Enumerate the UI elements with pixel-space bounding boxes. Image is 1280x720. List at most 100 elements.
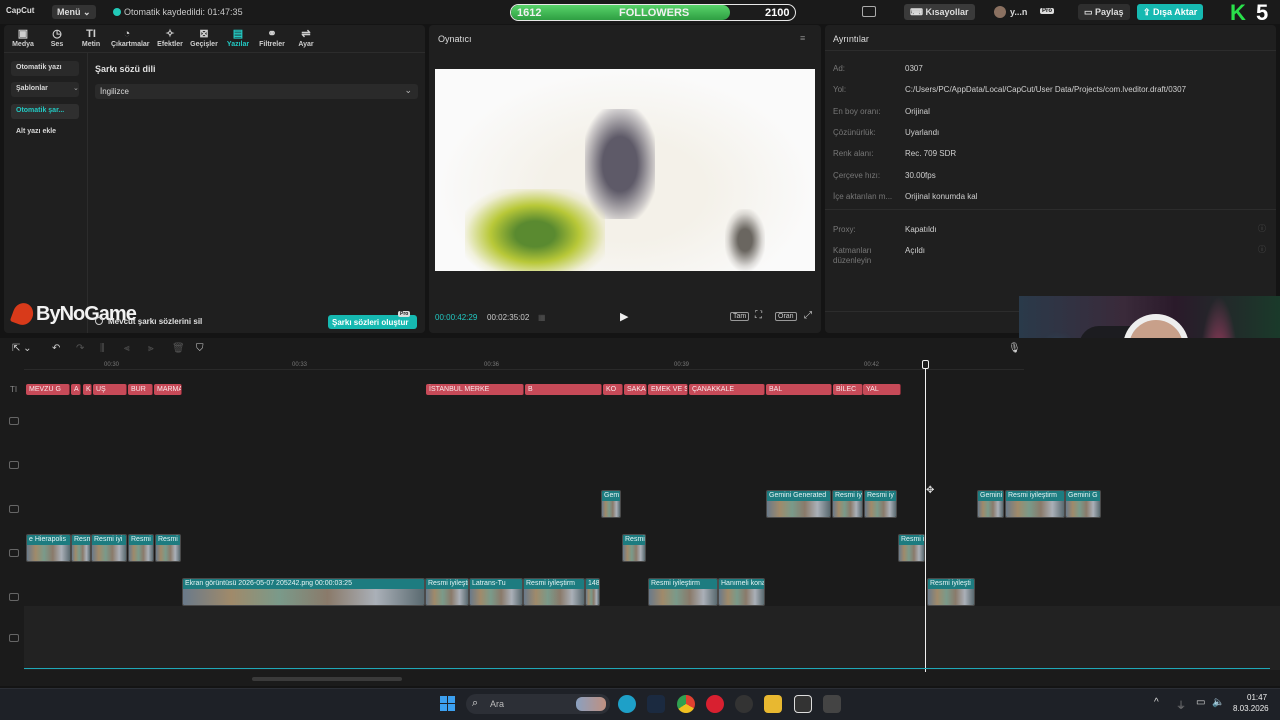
shield-icon[interactable]: ⛉	[196, 343, 204, 354]
chrome-icon[interactable]	[677, 695, 695, 713]
undo-icon[interactable]: ↶	[52, 343, 60, 354]
taskbar-search[interactable]: ⌕ Ara	[466, 694, 610, 714]
video-clip[interactable]: Resmi iyileştirm	[523, 578, 585, 606]
checkbox[interactable]	[95, 317, 103, 325]
ratio-button[interactable]: Oran	[775, 312, 797, 321]
text-clip[interactable]: BİLEC	[833, 384, 863, 395]
toolbar-filters-tab[interactable]: ⚭ Filtreler	[256, 28, 288, 48]
toolbar-text-tab[interactable]: TI Metin	[75, 28, 107, 48]
user-name[interactable]: y...n	[1010, 7, 1027, 17]
sidebar-item[interactable]: Şablonlar	[11, 82, 79, 97]
video-clip[interactable]: Resmi iy	[832, 490, 863, 518]
sidebar-item[interactable]: Otomatik yazı	[11, 61, 79, 76]
toolbar-sticker-tab[interactable]: ◔ Çıkartmalar	[111, 28, 150, 48]
video-clip[interactable]: 148	[585, 578, 600, 606]
video-clip[interactable]: Resmi iyi	[91, 534, 127, 562]
text-clip[interactable]: YAL	[863, 384, 901, 395]
avatar[interactable]	[994, 6, 1006, 18]
edge-icon[interactable]	[618, 695, 636, 713]
text-clip[interactable]: KÜTA	[83, 384, 92, 395]
full-quality-button[interactable]: Tam	[730, 312, 750, 321]
followers-current: 1612	[517, 7, 542, 19]
split-left-icon[interactable]: ⫷	[124, 343, 130, 354]
toolbar-transitions-tab[interactable]: ⊠ Geçişler	[188, 28, 220, 48]
video-clip[interactable]: Resmi	[155, 534, 181, 562]
video-clip[interactable]: Ekran görüntüsü 2026-05-07 205242.png 00…	[182, 578, 425, 606]
video-clip[interactable]: Latrans-Tu	[469, 578, 523, 606]
app-icon[interactable]	[823, 695, 841, 713]
text-clip[interactable]: MEVZU G	[26, 384, 70, 395]
text-clip[interactable]: BUR	[128, 384, 153, 395]
video-clip[interactable]: Gem	[601, 490, 621, 518]
clock-time[interactable]: 01:47	[1247, 693, 1267, 702]
play-icon[interactable]: ▶	[620, 310, 628, 323]
redo-icon[interactable]: ↷	[76, 343, 84, 354]
menu-button[interactable]: Menü ⌄	[52, 5, 96, 19]
text-clip[interactable]: UŞ	[93, 384, 127, 395]
microphone-icon[interactable]: 🎙	[1008, 343, 1021, 354]
video-clip[interactable]: Resmi iyileştirm	[425, 578, 469, 606]
toolbar-effects-tab[interactable]: ✧ Efektler	[154, 28, 186, 48]
delete-icon[interactable]: 🗑	[172, 343, 185, 354]
shortcuts-button[interactable]: ⌨ Kısayollar	[904, 4, 975, 20]
video-clip[interactable]: Resmi i	[898, 534, 925, 562]
volume-icon[interactable]: 🔈	[1212, 697, 1224, 708]
windows-start-icon[interactable]	[440, 696, 456, 712]
opera-icon[interactable]	[706, 695, 724, 713]
text-clip[interactable]: EMEK VE SENTEZ	[648, 384, 688, 395]
video-clip[interactable]: Resmi iy	[864, 490, 897, 518]
video-clip[interactable]: Hanımeli konağı	[718, 578, 765, 606]
sidebar-item[interactable]: Otomatik şar...	[11, 104, 79, 119]
video-preview[interactable]	[435, 69, 815, 271]
info-icon[interactable]: ⓘ	[1258, 223, 1266, 234]
fullscreen-icon[interactable]: ⤢	[804, 310, 812, 321]
text-clip[interactable]: ÇANAKKALE	[689, 384, 765, 395]
clock-date[interactable]: 8.03.2026	[1233, 704, 1269, 713]
split-right-icon[interactable]: ⫸	[148, 343, 154, 354]
video-clip[interactable]: Gemini	[977, 490, 1004, 518]
grid-icon[interactable]: ▦	[538, 313, 546, 322]
layout-icon[interactable]	[862, 6, 876, 17]
info-icon[interactable]: ⓘ	[1258, 244, 1266, 255]
text-clip[interactable]: İSTANBUL MERKE	[426, 384, 524, 395]
video-clip[interactable]: e Hierapolis	[26, 534, 71, 562]
sidebar-item[interactable]: Alt yazı ekle	[11, 125, 79, 140]
video-clip[interactable]: Gemini G	[1065, 490, 1101, 518]
detail-label: İçe aktarılan m...	[833, 191, 893, 201]
crop-icon[interactable]: ⛶	[755, 310, 762, 321]
text-clip[interactable]: SAKAR	[624, 384, 647, 395]
text-clip[interactable]: BAL	[766, 384, 832, 395]
capcut-icon[interactable]	[794, 695, 812, 713]
select-tool-icon[interactable]: ⇱ ⌄	[12, 343, 32, 354]
text-clip[interactable]: A	[71, 384, 81, 395]
export-button[interactable]: ⇪ Dışa Aktar	[1137, 4, 1204, 20]
text-clip[interactable]: MARMARANIN NABZI	[154, 384, 182, 395]
toolbar-captions-tab[interactable]: ▤ Yazılar	[222, 28, 254, 48]
network-icon[interactable]: ▭	[1196, 697, 1205, 708]
menu-icon[interactable]: ≡	[800, 33, 805, 43]
create-lyrics-button[interactable]: Şarkı sözleri oluştur	[328, 315, 417, 329]
microphone-icon[interactable]: ⏚	[1176, 697, 1186, 712]
toolbar-adjust-tab[interactable]: ⇌ Ayar	[290, 28, 322, 48]
language-select[interactable]: İngilizce ⌄	[95, 84, 418, 99]
obs-icon[interactable]	[735, 695, 753, 713]
share-button[interactable]: ▭ Paylaş	[1078, 4, 1130, 20]
video-clip[interactable]: Resm	[71, 534, 91, 562]
chevron-up-icon[interactable]: ^	[1154, 697, 1159, 708]
video-clip[interactable]: Resmi	[622, 534, 646, 562]
folder-icon[interactable]	[764, 695, 782, 713]
video-clip[interactable]: Resmi iyileşti	[927, 578, 975, 606]
steam-icon[interactable]	[647, 695, 665, 713]
video-clip[interactable]: Resmi iyileştirm	[648, 578, 718, 606]
video-clip[interactable]: Resmi	[128, 534, 154, 562]
toolbar-media-tab[interactable]: ▣ Medya	[7, 28, 39, 48]
video-clip[interactable]: Resmi iyileştirm	[1005, 490, 1065, 518]
playhead-handle[interactable]	[922, 360, 929, 369]
text-clip[interactable]: B	[525, 384, 602, 395]
timeline-scrollbar[interactable]	[252, 677, 402, 681]
text-clip[interactable]: KO	[603, 384, 623, 395]
playhead[interactable]	[925, 360, 926, 672]
toolbar-audio-tab[interactable]: ◷ Ses	[41, 28, 73, 48]
split-icon[interactable]: ⫼	[100, 343, 105, 354]
video-clip[interactable]: Gemini Generated	[766, 490, 831, 518]
